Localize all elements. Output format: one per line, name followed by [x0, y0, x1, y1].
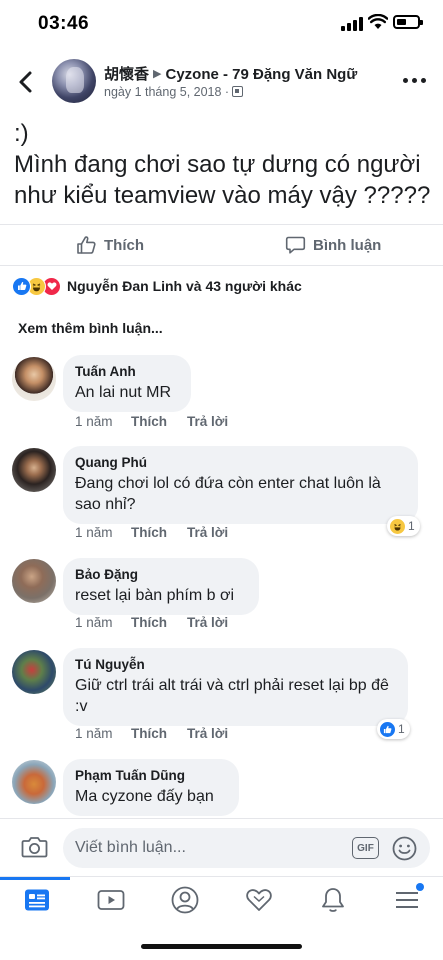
commenter-avatar[interactable]: [12, 357, 56, 401]
like-reaction-icon: [12, 276, 31, 296]
comment-actions: 1 năm Thích Trả lời: [75, 525, 248, 540]
comment-actions: 1 năm Thích Trả lời: [75, 615, 248, 630]
home-indicator: [141, 944, 302, 949]
comment-item: Tuấn Anh An lai nut MR 1 năm Thích Trả l…: [0, 355, 443, 435]
news-feed-icon: [25, 889, 49, 911]
comment-item: Bảo Đặng reset lại bàn phím b ơi 1 năm T…: [0, 558, 443, 638]
comment-actions: 1 năm Thích Trả lời: [75, 726, 248, 741]
wifi-icon: [368, 14, 388, 29]
comment-bubble[interactable]: Tuấn Anh An lai nut MR: [63, 355, 191, 412]
comment-bubble[interactable]: Phạm Tuấn Dũng Ma cyzone đấy bạn: [63, 759, 239, 816]
commenter-name[interactable]: Quang Phú: [75, 454, 406, 471]
tab-news-feed[interactable]: [22, 885, 52, 915]
comment-reply-button[interactable]: Trả lời: [187, 615, 228, 630]
comment-text: An lai nut MR: [75, 384, 172, 401]
commenter-name[interactable]: Phạm Tuấn Dũng: [75, 767, 227, 784]
comment-item: Phạm Tuấn Dũng Ma cyzone đấy bạn: [0, 759, 443, 818]
comment-like-button[interactable]: Thích: [131, 414, 167, 429]
comment-time: 1 năm: [75, 414, 113, 429]
post-meta: ngày 1 tháng 5, 2018 ·: [104, 85, 244, 99]
like-button[interactable]: Thích: [76, 225, 144, 265]
post-text-line-2: Mình đang chơi sao tự dưng có người như …: [14, 151, 431, 209]
reaction-count: 1: [408, 519, 415, 533]
tab-dating[interactable]: [244, 885, 274, 915]
haha-reaction-icon: [390, 518, 405, 534]
post-header: 胡懷香 ▶ Cyzone - 79 Đặng Văn Ngữ ngày 1 thán…: [0, 50, 443, 112]
gif-button[interactable]: GIF: [352, 837, 379, 859]
write-comment-bar: GIF: [0, 818, 443, 876]
menu-icon: [396, 892, 418, 908]
post-text-line-1: :): [14, 120, 29, 147]
comment-actions: 1 năm Thích Trả lời: [75, 414, 248, 429]
like-label: Thích: [104, 236, 144, 254]
tab-notifications[interactable]: [318, 885, 348, 915]
privacy-icon: [232, 86, 244, 97]
status-bar: 03:46: [0, 0, 443, 48]
commenter-name[interactable]: Bảo Đặng: [75, 566, 247, 583]
comment-reply-button[interactable]: Trả lời: [187, 525, 228, 540]
comment-text: reset lại bàn phím b ơi: [75, 587, 235, 604]
commenter-avatar[interactable]: [12, 760, 56, 804]
comment-time: 1 năm: [75, 615, 113, 630]
active-tab-indicator: [0, 877, 70, 880]
comment-button[interactable]: Bình luận: [285, 225, 443, 265]
comment-reply-button[interactable]: Trả lời: [187, 726, 228, 741]
profile-icon: [171, 886, 199, 914]
thumbs-up-icon: [77, 236, 96, 254]
author-name[interactable]: 胡懷香: [104, 66, 149, 83]
bell-icon: [322, 888, 344, 912]
post-action-bar: Thích Bình luận: [0, 224, 443, 266]
post-target-group[interactable]: Cyzone - 79 Đặng Văn Ngữ: [165, 66, 357, 83]
reaction-icons: [12, 276, 61, 296]
comment-like-button[interactable]: Thích: [131, 615, 167, 630]
comment-bubble-icon: [285, 236, 306, 254]
comment-bubble[interactable]: Bảo Đặng reset lại bàn phím b ơi: [63, 558, 259, 615]
commenter-name[interactable]: Tú Nguyễn: [75, 656, 396, 673]
tab-menu[interactable]: [392, 883, 424, 915]
reaction-count: 1: [398, 722, 405, 736]
menu-notification-dot: [416, 883, 424, 891]
arrow-right-icon: ▶: [153, 68, 162, 80]
commenter-avatar[interactable]: [12, 559, 56, 603]
emoji-icon[interactable]: [392, 836, 417, 861]
bottom-tab-bar: [0, 876, 443, 924]
comment-reaction-count[interactable]: 1: [377, 719, 410, 739]
watch-video-icon: [97, 890, 125, 910]
like-reaction-icon: [380, 721, 395, 737]
comment-bubble[interactable]: Tú Nguyễn Giữ ctrl trái alt trái và ctrl…: [63, 648, 408, 726]
reactions-summary[interactable]: Nguyễn Đan Linh và 43 người khác: [12, 275, 302, 297]
comment-text: Giữ ctrl trái alt trái và ctrl phải rese…: [75, 677, 389, 715]
post-date[interactable]: ngày 1 tháng 5, 2018 ·: [104, 85, 229, 99]
comment-time: 1 năm: [75, 726, 113, 741]
comment-text: Ma cyzone đấy bạn: [75, 788, 214, 805]
heart-icon: [246, 889, 272, 911]
reactions-text: Nguyễn Đan Linh và 43 người khác: [67, 278, 302, 294]
more-options-button[interactable]: [403, 78, 427, 86]
status-time: 03:46: [38, 13, 90, 34]
tab-watch[interactable]: [96, 885, 126, 915]
comment-like-button[interactable]: Thích: [131, 525, 167, 540]
comment-reaction-count[interactable]: 1: [387, 516, 420, 536]
comment-time: 1 năm: [75, 525, 113, 540]
camera-icon[interactable]: [21, 835, 48, 859]
cellular-signal-icon: [341, 17, 363, 31]
battery-icon: [393, 15, 423, 29]
commenter-name[interactable]: Tuấn Anh: [75, 363, 179, 380]
comment-bubble[interactable]: Quang Phú Đang chơi lol có đứa còn enter…: [63, 446, 418, 524]
comment-like-button[interactable]: Thích: [131, 726, 167, 741]
tab-profile[interactable]: [170, 885, 200, 915]
comment-item: Quang Phú Đang chơi lol có đứa còn enter…: [0, 446, 443, 546]
view-more-comments-link[interactable]: Xem thêm bình luận...: [18, 320, 163, 336]
post-title: 胡懷香 ▶ Cyzone - 79 Đặng Văn Ngữ: [104, 63, 357, 84]
author-avatar[interactable]: [52, 59, 96, 103]
comment-label: Bình luận: [313, 236, 382, 254]
comment-reply-button[interactable]: Trả lời: [187, 414, 228, 429]
commenter-avatar[interactable]: [12, 448, 56, 492]
back-button[interactable]: [14, 68, 40, 96]
post-body: :) Mình đang chơi sao tự dưng có người n…: [14, 118, 432, 211]
commenter-avatar[interactable]: [12, 650, 56, 694]
comment-text: Đang chơi lol có đứa còn enter chat luôn…: [75, 475, 381, 513]
comment-item: Tú Nguyễn Giữ ctrl trái alt trái và ctrl…: [0, 648, 443, 748]
